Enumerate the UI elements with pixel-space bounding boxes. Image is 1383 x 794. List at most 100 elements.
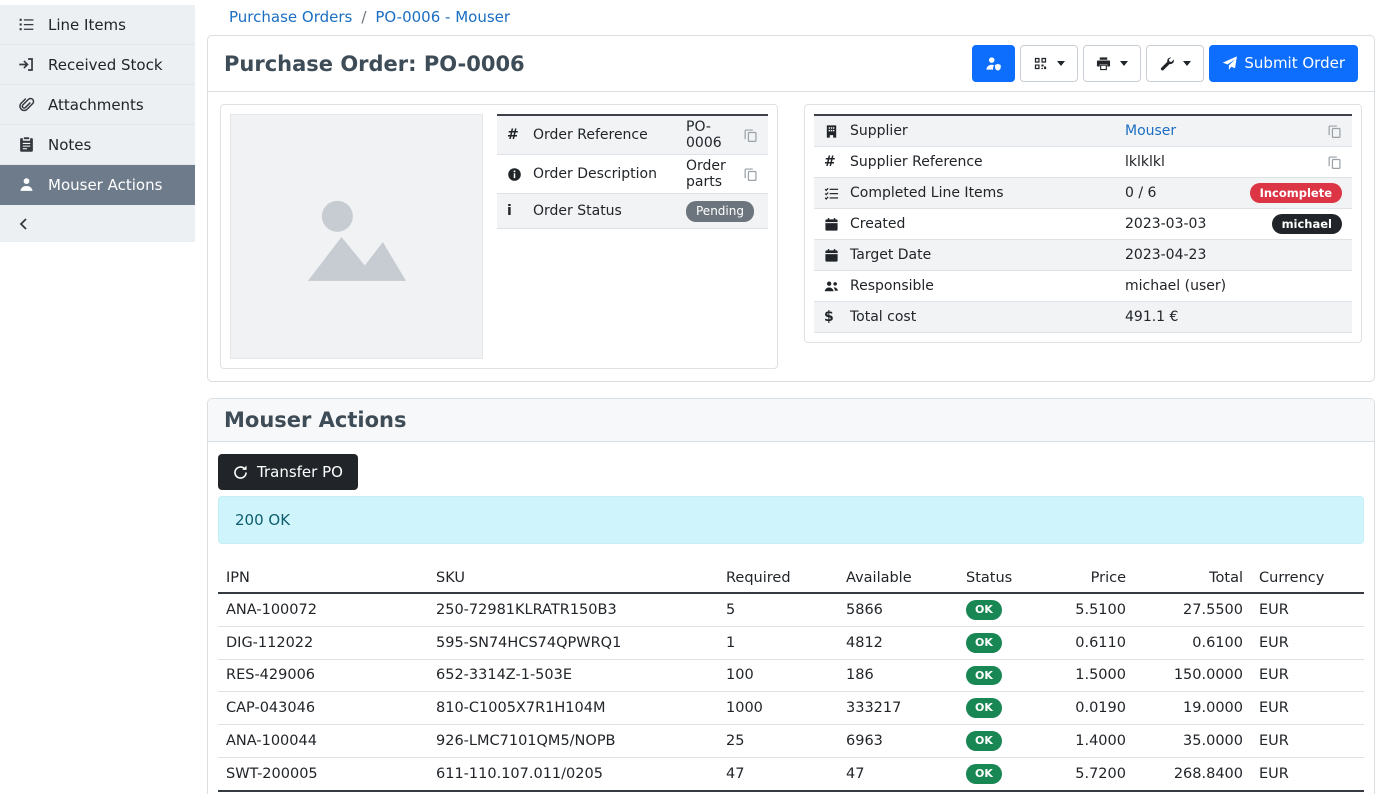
wrench-icon: [1159, 56, 1174, 71]
sku-cell: 611-110.107.011/0205: [428, 757, 718, 790]
sidebar-item-line-items[interactable]: Line Items: [0, 5, 195, 45]
required-cell: 1000: [718, 692, 838, 725]
purchase-order-panel: Purchase Order: PO-0006: [207, 35, 1375, 382]
price-cell: 1.5000: [1066, 659, 1134, 692]
ok-badge: OK: [966, 600, 1002, 620]
incomplete-badge: Incomplete: [1250, 183, 1342, 203]
price-cell: 5.5100: [1066, 593, 1134, 626]
status-cell: OK: [958, 692, 1066, 725]
order-info-table: # Order Reference PO-0006 Order Descri: [497, 114, 768, 359]
detail-label: Order Reference: [533, 127, 686, 143]
price-cell: 0.6110: [1066, 626, 1134, 659]
table-row: RES-429006 652-3314Z-1-503E 100 186 OK 1…: [218, 659, 1364, 692]
sku-cell: 595-SN74HCS74QPWRQ1: [428, 626, 718, 659]
detail-row-responsible: Responsible michael (user): [814, 271, 1352, 302]
detail-value: 2023-03-03: [1125, 216, 1272, 232]
sidebar-item-label: Line Items: [48, 16, 126, 34]
detail-row-total-cost: $ Total cost 491.1 €: [814, 302, 1352, 333]
app-root: Line Items Received Stock Attachments No…: [0, 0, 1383, 794]
table-row: SWT-200005 611-110.107.011/0205 47 47 OK…: [218, 757, 1364, 790]
user-icon: [18, 176, 35, 193]
detail-row-completed-line-items: Completed Line Items 0 / 6 Incomplete: [814, 178, 1352, 209]
transfer-po-button[interactable]: Transfer PO: [218, 454, 358, 490]
ipn-cell: DIG-112022: [218, 626, 428, 659]
ipn-cell: RES-429006: [218, 659, 428, 692]
sign-in-icon: [18, 56, 35, 73]
list-icon: [18, 16, 35, 33]
user-roles-button[interactable]: [972, 45, 1015, 82]
ipn-cell: ANA-100044: [218, 725, 428, 758]
breadcrumb-link-purchase-orders[interactable]: Purchase Orders: [229, 8, 352, 26]
qrcode-icon: [1033, 56, 1048, 71]
detail-label: Supplier: [850, 123, 1125, 139]
order-options-button[interactable]: [1146, 45, 1204, 82]
refresh-icon: [233, 465, 248, 480]
supplier-link[interactable]: Mouser: [1125, 123, 1176, 139]
total-cell: 19.0000: [1134, 692, 1251, 725]
users-icon: [824, 279, 850, 294]
sidebar-item-notes[interactable]: Notes: [0, 125, 195, 165]
sidebar-collapse-button[interactable]: [0, 205, 195, 242]
table-row: ANA-100072 250-72981KLRATR150B3 5 5866 O…: [218, 593, 1364, 626]
currency-cell: EUR: [1251, 659, 1364, 692]
detail-row-supplier-reference: # Supplier Reference lklklkl: [814, 147, 1352, 178]
transfer-po-label: Transfer PO: [257, 463, 343, 481]
footer-total-value: 501.0000: [1134, 791, 1251, 794]
detail-label: Order Status: [533, 203, 686, 219]
sidebar-item-mouser-actions[interactable]: Mouser Actions: [0, 165, 195, 205]
detail-row-target-date: Target Date 2023-04-23: [814, 240, 1352, 271]
sku-cell: 810-C1005X7R1H104M: [428, 692, 718, 725]
status-alert: 200 OK: [218, 496, 1364, 544]
copy-icon[interactable]: [743, 167, 758, 182]
breadcrumb-link-po-0006[interactable]: PO-0006 - Mouser: [375, 8, 510, 26]
sku-cell: 250-72981KLRATR150B3: [428, 593, 718, 626]
header-ipn: IPN: [218, 564, 428, 593]
chevron-down-icon: [1183, 61, 1191, 66]
status-cell: OK: [958, 626, 1066, 659]
table-row: CAP-043046 810-C1005X7R1H104M 1000 33321…: [218, 692, 1364, 725]
header-status: Status: [958, 564, 1066, 593]
copy-icon[interactable]: [1327, 124, 1342, 139]
order-info-card: # Order Reference PO-0006 Order Descri: [220, 104, 778, 369]
calendar-icon: [824, 217, 850, 232]
submit-order-label: Submit Order: [1244, 56, 1345, 71]
print-actions-button[interactable]: [1083, 45, 1141, 82]
dollar-icon: $: [824, 309, 850, 325]
currency-cell: EUR: [1251, 725, 1364, 758]
ok-badge: OK: [966, 731, 1002, 751]
supplier-info-card: Supplier Mouser # Supplier Reference lk: [804, 104, 1362, 343]
copy-icon[interactable]: [1327, 155, 1342, 170]
footer-total-label: Total: [218, 791, 428, 794]
status-cell: OK: [958, 593, 1066, 626]
chevron-down-icon: [1057, 61, 1065, 66]
sidebar-item-label: Mouser Actions: [48, 176, 162, 194]
order-image-placeholder[interactable]: [230, 114, 483, 359]
submit-order-button[interactable]: Submit Order: [1209, 45, 1358, 82]
ipn-cell: CAP-043046: [218, 692, 428, 725]
detail-label: Order Description: [533, 166, 686, 182]
detail-row-supplier: Supplier Mouser: [814, 116, 1352, 147]
user-shield-icon: [985, 55, 1002, 72]
detail-row-created: Created 2023-03-03 michael: [814, 209, 1352, 240]
paperclip-icon: [18, 96, 35, 113]
mouser-actions-title: Mouser Actions: [224, 408, 407, 432]
table-row: ANA-100044 926-LMC7101QM5/NOPB 25 6963 O…: [218, 725, 1364, 758]
copy-icon[interactable]: [743, 128, 758, 143]
info-circle-icon: [507, 167, 533, 182]
header-available: Available: [838, 564, 958, 593]
barcode-actions-button[interactable]: [1020, 45, 1078, 82]
available-cell: 333217: [838, 692, 958, 725]
price-cell: 0.0190: [1066, 692, 1134, 725]
detail-row-order-reference: # Order Reference PO-0006: [497, 116, 768, 155]
hash-icon: #: [824, 154, 850, 170]
paper-plane-icon: [1222, 56, 1237, 71]
currency-cell: EUR: [1251, 692, 1364, 725]
ok-badge: OK: [966, 633, 1002, 653]
list-check-icon: [824, 186, 850, 201]
total-cell: 150.0000: [1134, 659, 1251, 692]
table-row: DIG-112022 595-SN74HCS74QPWRQ1 1 4812 OK…: [218, 626, 1364, 659]
header-currency: Currency: [1251, 564, 1364, 593]
sidebar-item-attachments[interactable]: Attachments: [0, 85, 195, 125]
sidebar-item-received-stock[interactable]: Received Stock: [0, 45, 195, 85]
sidebar: Line Items Received Stock Attachments No…: [0, 0, 195, 794]
